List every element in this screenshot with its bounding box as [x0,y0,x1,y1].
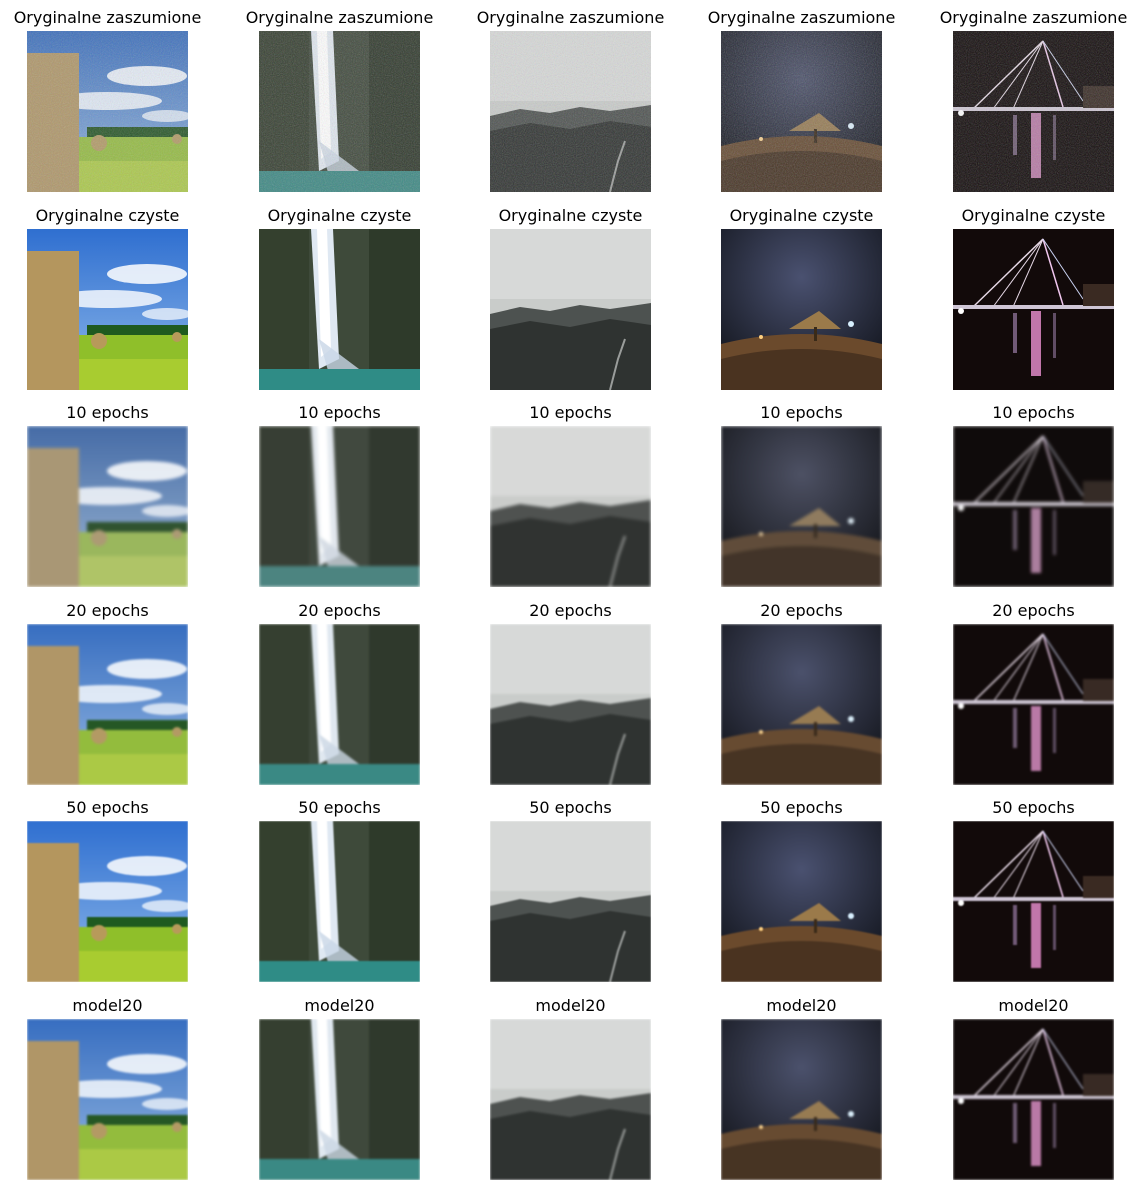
hay-field-image [27,31,188,192]
night-bridge-image [953,31,1114,192]
misty-hills-image [490,821,651,982]
image-title: 20 epochs [760,601,843,620]
hay-field-image [27,821,188,982]
misty-hills-image [490,1019,651,1180]
night-bridge-image [953,1019,1114,1180]
image-title: Oryginalne zaszumione [245,8,434,27]
night-hut-image [721,426,882,587]
waterfall-image [259,426,420,587]
image-title: 50 epochs [760,798,843,817]
waterfall-image [259,624,420,785]
waterfall-image [259,821,420,982]
night-hut-image [721,1019,882,1180]
image-title: model20 [766,996,837,1015]
night-hut-image [721,821,882,982]
hay-field-image [27,426,188,587]
image-title: 50 epochs [992,798,1075,817]
image-title: 50 epochs [298,798,381,817]
hay-field-image [27,229,188,390]
night-hut-image [721,31,882,192]
image-title: Oryginalne zaszumione [939,8,1128,27]
misty-hills-image [490,426,651,587]
misty-hills-image [490,31,651,192]
image-title: 10 epochs [298,403,381,422]
image-title: Oryginalne czyste [729,206,874,225]
image-title: 20 epochs [529,601,612,620]
image-title: 10 epochs [529,403,612,422]
night-bridge-image [953,624,1114,785]
night-bridge-image [953,229,1114,390]
night-bridge-image [953,426,1114,587]
image-title: 50 epochs [529,798,612,817]
image-title: Oryginalne czyste [267,206,412,225]
image-title: Oryginalne czyste [35,206,180,225]
night-hut-image [721,624,882,785]
waterfall-image [259,1019,420,1180]
night-bridge-image [953,821,1114,982]
image-title: model20 [535,996,606,1015]
image-title: 10 epochs [760,403,843,422]
image-title: Oryginalne czyste [961,206,1106,225]
waterfall-image [259,31,420,192]
image-title: 20 epochs [992,601,1075,620]
image-title: 20 epochs [298,601,381,620]
image-title: 20 epochs [66,601,149,620]
image-title: 10 epochs [66,403,149,422]
image-title: Oryginalne czyste [498,206,643,225]
image-comparison-grid: Oryginalne zaszumione Oryginalne zaszumi… [0,0,1140,1189]
hay-field-image [27,624,188,785]
misty-hills-image [490,229,651,390]
image-title: 10 epochs [992,403,1075,422]
waterfall-image [259,229,420,390]
image-title: model20 [998,996,1069,1015]
misty-hills-image [490,624,651,785]
hay-field-image [27,1019,188,1180]
image-title: Oryginalne zaszumione [13,8,202,27]
image-title: model20 [304,996,375,1015]
image-title: 50 epochs [66,798,149,817]
image-title: Oryginalne zaszumione [707,8,896,27]
night-hut-image [721,229,882,390]
image-title: model20 [72,996,143,1015]
image-title: Oryginalne zaszumione [476,8,665,27]
